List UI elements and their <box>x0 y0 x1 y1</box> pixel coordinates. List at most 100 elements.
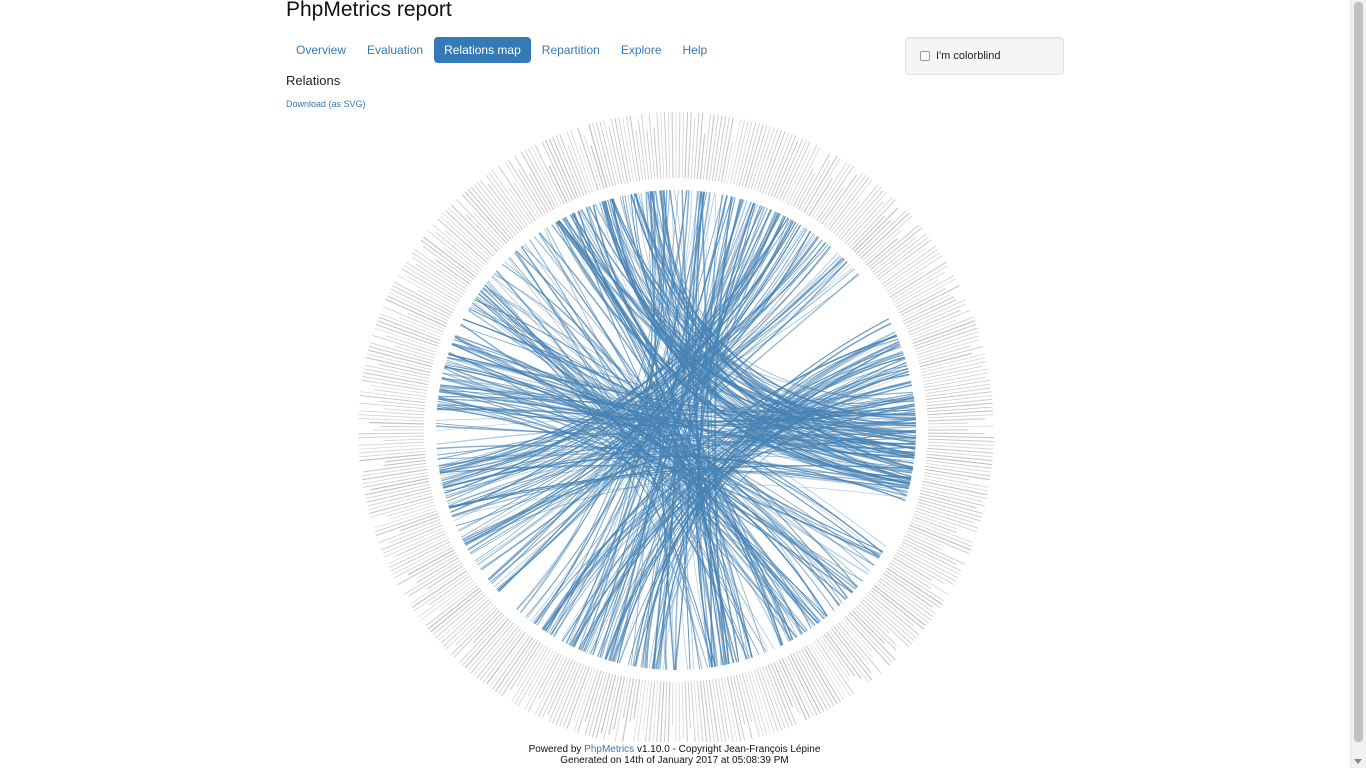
node-label-mark <box>432 592 484 636</box>
dependency-edges <box>435 189 917 671</box>
node-label-mark <box>442 247 478 275</box>
node-label-mark <box>464 191 510 242</box>
node-label-mark <box>864 596 915 642</box>
node-label-mark <box>442 601 492 647</box>
node-label-mark <box>380 426 425 428</box>
node-label-mark <box>368 349 433 368</box>
tab-explore[interactable]: Explore <box>611 37 672 63</box>
node-label-mark <box>358 432 425 435</box>
vertical-scrollbar[interactable] <box>1350 0 1366 768</box>
download-svg-link[interactable]: Download (as SVG) <box>286 99 366 109</box>
node-label-mark <box>383 438 425 442</box>
node-label-mark <box>369 495 433 515</box>
node-label-mark <box>838 622 882 674</box>
page-title: PhpMetrics report <box>286 0 452 21</box>
node-label-mark <box>438 596 488 641</box>
node-label-mark <box>559 133 585 196</box>
node-label-mark <box>926 456 993 466</box>
node-label-mark <box>699 680 708 742</box>
node-label-mark <box>910 319 957 339</box>
node-label-mark <box>924 472 969 481</box>
node-label-mark <box>889 562 932 590</box>
node-label-mark <box>923 372 989 385</box>
node-label-mark <box>432 224 484 268</box>
node-label-mark <box>851 609 885 644</box>
node-label-mark <box>440 582 477 611</box>
node-label-mark <box>461 194 507 244</box>
node-label-mark <box>437 218 488 264</box>
scroll-down-arrow[interactable] <box>1354 759 1362 764</box>
node-label-mark <box>633 679 641 720</box>
node-label-mark <box>778 659 808 721</box>
tab-repartition[interactable]: Repartition <box>532 37 610 63</box>
node-label-mark <box>637 680 647 742</box>
node-label-mark <box>603 120 620 185</box>
node-label-mark <box>868 224 920 268</box>
node-label-mark <box>919 345 983 365</box>
node-label-mark <box>369 345 433 365</box>
tab-evaluation[interactable]: Evaluation <box>357 37 433 63</box>
node-label-mark <box>849 612 896 661</box>
tab-overview[interactable]: Overview <box>286 37 356 63</box>
node-label-mark <box>614 677 629 742</box>
node-label-mark <box>467 189 512 240</box>
node-label-mark <box>384 530 446 558</box>
node-label-mark <box>648 113 656 179</box>
phpmetrics-link[interactable]: PhpMetrics <box>584 744 634 755</box>
node-label-mark <box>527 650 554 697</box>
node-label-mark <box>509 642 541 690</box>
section-title: Relations <box>286 73 341 88</box>
node-label-mark <box>779 139 807 201</box>
node-label-mark <box>358 435 425 439</box>
node-label-mark <box>363 474 429 488</box>
node-label-mark <box>445 210 494 257</box>
node-label-mark <box>641 113 650 180</box>
node-label-mark <box>359 410 425 416</box>
node-label-mark <box>548 660 576 722</box>
node-label-mark <box>440 216 490 261</box>
node-label-mark <box>681 681 684 738</box>
node-label-mark <box>366 486 431 503</box>
colorblind-label[interactable]: I'm colorblind <box>936 50 1000 62</box>
node-label-mark <box>668 112 671 179</box>
node-label-mark <box>687 681 691 728</box>
node-label-mark <box>684 112 689 179</box>
node-label-mark <box>541 658 571 719</box>
node-label-mark <box>919 492 977 509</box>
node-label-mark <box>608 675 623 735</box>
node-label-mark <box>448 207 496 255</box>
node-label-mark <box>862 599 912 645</box>
node-label-mark <box>921 357 986 373</box>
node-label-mark <box>608 126 623 185</box>
scrollbar-thumb[interactable] <box>1354 2 1363 742</box>
node-label-mark <box>678 112 681 179</box>
node-label-mark <box>927 414 994 419</box>
node-label-mark <box>919 352 973 368</box>
tab-relations-map[interactable]: Relations map <box>434 37 531 63</box>
node-label-mark <box>590 145 605 189</box>
node-label-mark <box>660 681 665 742</box>
node-label-mark <box>450 204 499 253</box>
node-label-mark <box>642 680 649 731</box>
node-label-mark <box>369 421 425 425</box>
node-label-mark <box>858 210 907 257</box>
node-label-mark <box>923 475 989 488</box>
footer: Powered by PhpMetrics v1.10.0 - Copyrigh… <box>0 744 1349 766</box>
colorblind-panel: I'm colorblind <box>905 37 1064 75</box>
node-label-mark <box>927 432 985 435</box>
node-label-mark <box>453 610 501 658</box>
node-label-mark <box>479 628 522 681</box>
node-label-mark <box>838 186 882 238</box>
node-label-mark <box>911 519 974 544</box>
node-label-mark <box>407 549 455 576</box>
tab-help[interactable]: Help <box>673 37 718 63</box>
node-label-mark <box>831 179 873 232</box>
node-label-mark <box>472 612 503 644</box>
node-label-mark <box>363 368 429 383</box>
node-label-mark <box>548 138 576 200</box>
node-label-mark <box>415 263 464 295</box>
node-label-mark <box>467 620 512 671</box>
colorblind-checkbox[interactable] <box>920 51 930 61</box>
node-label-mark <box>860 213 910 259</box>
main-nav: Overview Evaluation Relations map Repart… <box>286 37 717 63</box>
